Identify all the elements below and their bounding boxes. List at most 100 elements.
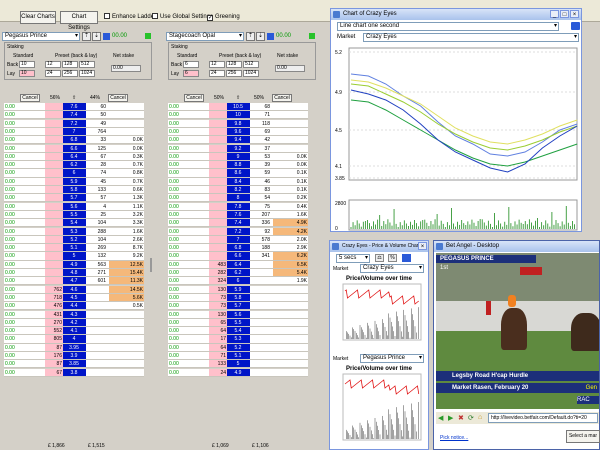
price-cell[interactable]: 10	[227, 111, 250, 120]
back-cell[interactable]: 130	[209, 310, 227, 319]
back-cell[interactable]: 64	[209, 327, 227, 336]
lay-cell[interactable]: 83	[250, 186, 271, 195]
back-cell[interactable]	[209, 111, 227, 120]
back-cell[interactable]	[209, 227, 227, 236]
next-runner-icon[interactable]: ⇣	[256, 32, 265, 41]
preset-lay-1[interactable]: 256	[226, 70, 242, 77]
lay-cell[interactable]: 578	[250, 235, 271, 244]
back-cell[interactable]	[209, 152, 227, 161]
previous-runner-icon[interactable]: ⇡	[82, 32, 91, 41]
lay-cell[interactable]: 269	[86, 244, 107, 253]
back-cell[interactable]	[45, 136, 63, 145]
lay-cell[interactable]	[250, 269, 271, 278]
price-cell[interactable]: 7.8	[227, 202, 250, 211]
lay-cell[interactable]: 46	[250, 177, 271, 186]
price-cell[interactable]: 4.5	[63, 293, 86, 303]
lay-cell[interactable]: 60	[86, 103, 107, 112]
scrollbar-thumb[interactable]	[150, 258, 152, 272]
price-cell[interactable]: 7.4	[227, 219, 250, 228]
back-cell[interactable]	[45, 227, 63, 236]
price-cell[interactable]: 5.6	[227, 310, 250, 319]
back-cell[interactable]: 324	[209, 277, 227, 286]
global-settings-checkbox[interactable]: Use Global Settings	[152, 12, 213, 22]
lay-cell[interactable]: 74	[86, 169, 107, 178]
back-cell[interactable]: 73	[209, 302, 227, 311]
price-cell[interactable]: 6.2	[63, 161, 86, 170]
lay-cell[interactable]: 104	[86, 219, 107, 228]
lay-cell[interactable]: 207	[250, 210, 271, 220]
price-cell[interactable]: 4.9	[227, 368, 250, 377]
price-cell[interactable]: 6	[227, 277, 250, 286]
back-cell[interactable]: 24	[209, 368, 227, 377]
enhance-ladder-checkbox[interactable]: Enhance Ladder	[104, 12, 156, 22]
back-cell[interactable]	[45, 161, 63, 170]
price-cell[interactable]: 7.2	[63, 119, 86, 128]
market-select[interactable]: Crazy Eyes	[363, 33, 579, 42]
lay-cell[interactable]: 132	[86, 252, 107, 261]
back-cell[interactable]	[45, 235, 63, 244]
back-cell[interactable]: 476	[45, 302, 63, 311]
back-cell[interactable]	[45, 186, 63, 195]
price-cell[interactable]: 6	[63, 169, 86, 178]
select-market-button[interactable]: Select a mar	[566, 430, 600, 443]
back-cell[interactable]: 64	[209, 343, 227, 352]
back-cell[interactable]	[209, 169, 227, 178]
preset-back-1[interactable]: 128	[226, 61, 242, 68]
price-cell[interactable]: 5.5	[63, 210, 86, 220]
preset-lay-2[interactable]: 1024	[243, 70, 259, 77]
home-icon[interactable]: ⌂	[478, 414, 482, 421]
refresh-icon[interactable]	[103, 33, 110, 40]
price-cell[interactable]: 8.8	[227, 161, 250, 170]
cancel-back-button[interactable]: Cancel	[20, 94, 40, 102]
back-cell[interactable]	[209, 210, 227, 220]
lay-cell[interactable]: 125	[86, 144, 107, 153]
lay-cell[interactable]: 341	[250, 252, 271, 261]
lay-cell[interactable]	[86, 352, 107, 361]
lay-cell[interactable]	[250, 277, 271, 286]
lay-cell[interactable]: 69	[250, 127, 271, 137]
preset-back-0[interactable]: 12	[209, 61, 225, 68]
lay-cell[interactable]: 37	[250, 144, 271, 153]
back-cell[interactable]	[209, 136, 227, 145]
back-cell[interactable]	[209, 219, 227, 228]
price-cell[interactable]: 5.8	[63, 186, 86, 195]
back-cell[interactable]: 87	[45, 343, 63, 352]
lay-cell[interactable]	[86, 302, 107, 311]
lay-cell[interactable]: 4	[86, 202, 107, 211]
price-cell[interactable]: 5.3	[63, 227, 86, 236]
lay-cell[interactable]: 188	[250, 244, 271, 253]
back-cell[interactable]: 67	[45, 368, 63, 377]
back-cell[interactable]: 87	[45, 360, 63, 369]
greening-checkbox[interactable]: ✓ Greening	[207, 12, 240, 22]
back-cell[interactable]	[209, 119, 227, 128]
back-cell[interactable]: 718	[45, 293, 63, 303]
back-cell[interactable]: 805	[45, 335, 63, 344]
back-cell[interactable]: 17	[209, 335, 227, 344]
refresh-icon[interactable]	[571, 22, 580, 30]
lay-cell[interactable]: 59	[250, 169, 271, 178]
price-cell[interactable]: 8.6	[227, 169, 250, 178]
centre-arrow-icon[interactable]: ⇧	[72, 94, 76, 102]
lay-cell[interactable]: 92	[250, 227, 271, 236]
back-cell[interactable]: 431	[45, 310, 63, 319]
back-cell[interactable]	[45, 269, 63, 278]
cancel-lay-button[interactable]: Cancel	[272, 94, 292, 102]
lay-cell[interactable]: 25	[86, 210, 107, 220]
price-cell[interactable]: 4.9	[63, 260, 86, 269]
back-icon[interactable]: ◀	[438, 414, 443, 422]
price-cell[interactable]: 5	[227, 360, 250, 369]
lay-cell[interactable]: 53	[250, 152, 271, 161]
lay-cell[interactable]: 39	[250, 161, 271, 170]
back-cell[interactable]: 762	[45, 285, 63, 294]
lay-cell[interactable]: 67	[86, 152, 107, 161]
lay-cell[interactable]	[86, 327, 107, 336]
back-cell[interactable]: 282	[209, 269, 227, 278]
price-cell[interactable]: 8	[227, 194, 250, 203]
lay-cell[interactable]: 42	[250, 136, 271, 145]
price-cell[interactable]: 5.4	[63, 219, 86, 228]
price-cell[interactable]: 9	[227, 152, 250, 161]
lay-cell[interactable]	[86, 335, 107, 344]
price-cell[interactable]: 5.1	[227, 352, 250, 361]
back-cell[interactable]: 73	[209, 293, 227, 303]
price-cell[interactable]: 5.3	[227, 335, 250, 344]
